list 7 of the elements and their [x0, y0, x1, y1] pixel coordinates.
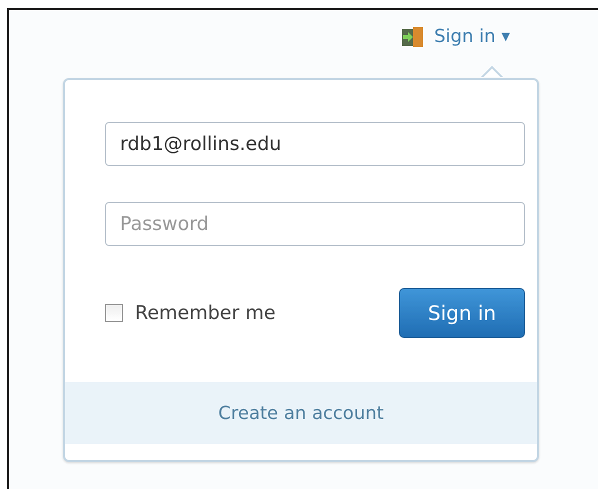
password-field[interactable]: Password — [105, 202, 525, 246]
remember-me-checkbox[interactable]: Remember me — [105, 302, 276, 324]
email-field[interactable]: rdb1@rollins.edu — [105, 122, 525, 166]
create-account-link[interactable]: Create an account — [218, 402, 384, 424]
sign-in-link[interactable]: Sign in — [400, 26, 496, 48]
sign-in-button[interactable]: Sign in — [399, 288, 525, 338]
caret-icon[interactable]: ▼ — [502, 30, 510, 43]
